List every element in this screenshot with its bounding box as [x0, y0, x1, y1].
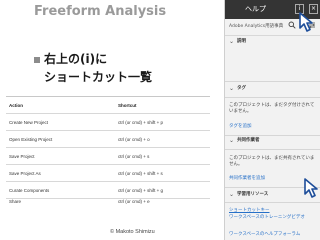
chevron-down-icon: ⌄: [229, 137, 235, 144]
cursor-pointer-icon: [304, 178, 318, 198]
cursor-pointer-icon: [299, 12, 313, 32]
tags-body: このプロジェクトは、まだタグ付けされていません。: [229, 103, 315, 114]
bullet-marker: [34, 57, 40, 63]
header-shortcut: Shortcut: [118, 102, 137, 108]
table-cell-shortcut: ctrl (or cmd) + o: [118, 136, 150, 142]
slide-title: Freeform Analysis: [34, 4, 167, 19]
table-cell-shortcut: ctrl (or cmd) + shift + p: [118, 119, 164, 125]
chevron-down-icon: ⌄: [229, 38, 235, 45]
table-cell-action: Save Project: [9, 153, 35, 159]
table-header-row: Action Shortcut: [6, 97, 210, 114]
table-row: Save Project As ctrl (or cmd) + shift + …: [6, 165, 210, 182]
copyright: © Makoto Shimizu: [110, 229, 155, 235]
table-cell-action: Curate Components: [9, 187, 50, 193]
table-row: Curate Components ctrl (or cmd) + shift …: [6, 182, 210, 199]
help-forum-link[interactable]: ワークスペースのヘルプフォーラム: [229, 232, 300, 238]
section-tags-label: タグ: [237, 86, 246, 91]
table-row: Create New Project ctrl (or cmd) + shift…: [6, 114, 210, 131]
divider: [225, 149, 320, 150]
subtitle-line-1: 右上の(i)に: [44, 52, 108, 66]
table-cell-action: Share: [9, 199, 22, 204]
add-tag-link[interactable]: タグを追加: [229, 124, 252, 130]
table-cell-action: Create New Project: [9, 119, 49, 125]
shortcut-keys-link[interactable]: ショートカットキー: [229, 208, 270, 214]
section-learning-label: 学習用リソース: [237, 192, 269, 197]
divider: [225, 81, 320, 82]
table-cell-action: Open Existing Project: [9, 136, 53, 142]
chevron-down-icon: ⌄: [229, 191, 235, 198]
table-cell-shortcut: ctrl (or cmd) + e: [118, 199, 150, 204]
shortcut-table: Action Shortcut Create New Project ctrl …: [6, 96, 210, 205]
table-row: Share ctrl (or cmd) + e: [6, 199, 210, 205]
table-cell-shortcut: ctrl (or cmd) + s: [118, 153, 150, 159]
section-shared-users[interactable]: ⌄ 共同作業者: [225, 136, 320, 146]
table-row: Open Existing Project ctrl (or cmd) + o: [6, 131, 210, 148]
section-description[interactable]: ⌄ 説明: [225, 37, 320, 47]
slide: Freeform Analysis 右上の(i)に ショートカット一覧 Acti…: [0, 0, 210, 240]
shared-users-body: このプロジェクトは、まだ共有されていません。: [229, 156, 315, 167]
divider: [225, 97, 320, 98]
table-cell-shortcut: ctrl (or cmd) + shift + s: [118, 170, 163, 176]
table-row: Save Project ctrl (or cmd) + s: [6, 148, 210, 165]
help-panel-title: ヘルプ: [245, 5, 266, 13]
slide-subtitle: 右上の(i)に ショートカット一覧: [44, 50, 152, 86]
section-shared-users-label: 共同作業者: [237, 138, 260, 143]
subtitle-line-2: ショートカット一覧: [44, 70, 153, 84]
table-cell-action: Save Project As: [9, 170, 41, 176]
chevron-down-icon: ⌄: [229, 85, 235, 92]
training-video-link[interactable]: ワークスペースのトレーニングビデオ: [229, 215, 317, 221]
add-collaborator-link[interactable]: 共同作業者を追加: [229, 176, 265, 182]
header-action: Action: [9, 102, 23, 108]
table-cell-shortcut: ctrl (or cmd) + shift + g: [118, 187, 164, 193]
section-tags[interactable]: ⌄ タグ: [225, 84, 320, 94]
section-description-label: 説明: [237, 39, 246, 44]
glossary-link[interactable]: Adobe Analytics用語事典: [229, 23, 283, 29]
